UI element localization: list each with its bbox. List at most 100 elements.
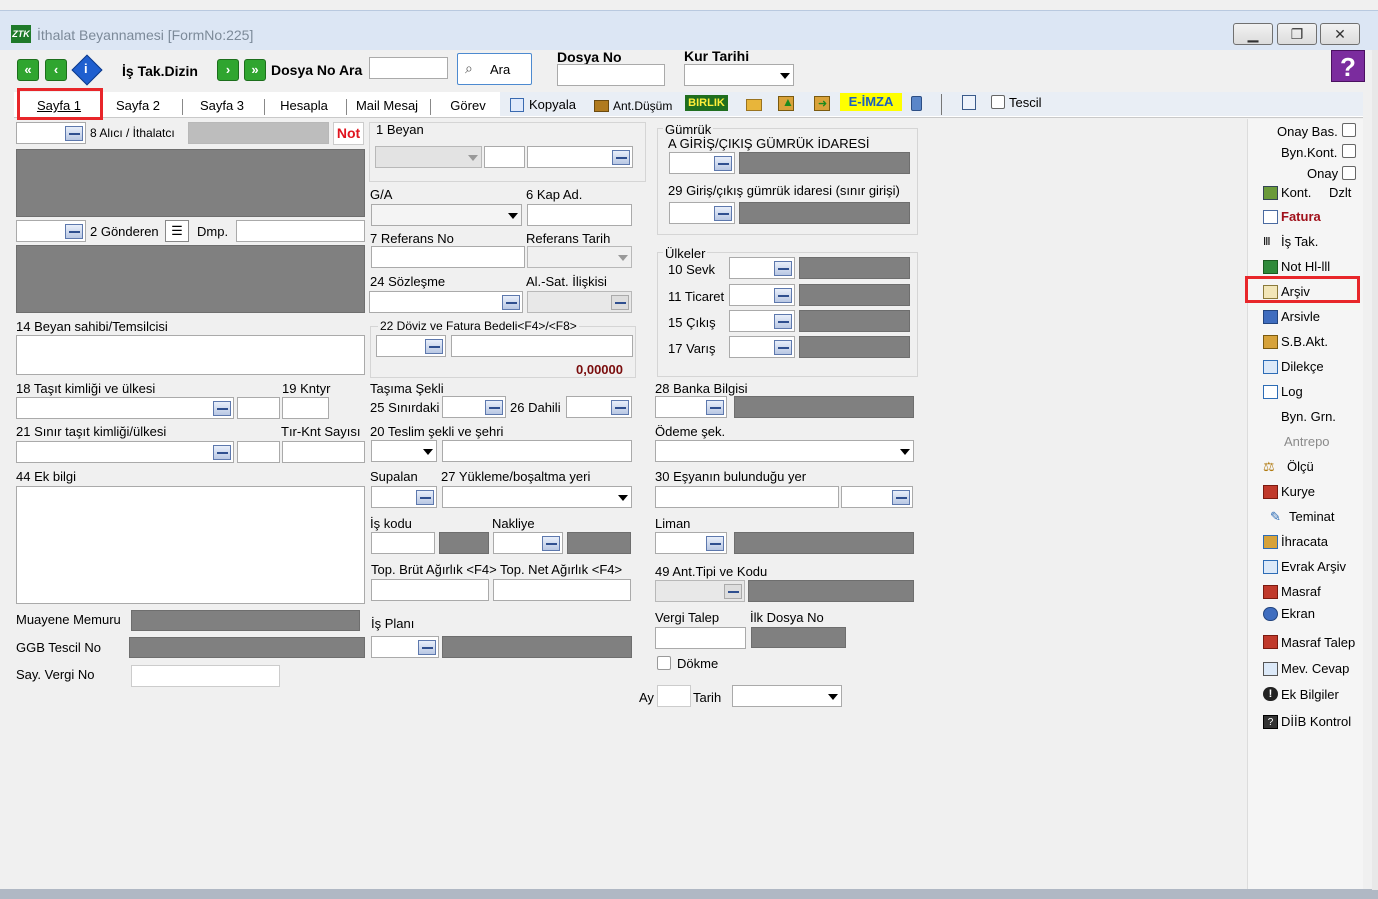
tab-gorev[interactable]: Görev — [440, 95, 496, 117]
brut-input[interactable] — [371, 579, 489, 601]
beyan-code-input[interactable] — [484, 146, 525, 168]
e-imza-button[interactable]: E-İMZA — [840, 93, 902, 111]
arsivle-button[interactable]: Arsivle — [1281, 309, 1320, 324]
kurye-button[interactable]: Kurye — [1281, 484, 1315, 499]
tab-sayfa-3[interactable]: Sayfa 3 — [190, 95, 254, 117]
sinirdaki-input[interactable] — [442, 396, 506, 418]
ga-select[interactable] — [371, 204, 522, 226]
ek-bilgi-input[interactable] — [16, 486, 365, 604]
help-button[interactable]: ? — [1331, 50, 1365, 82]
tir-knt-input[interactable] — [282, 441, 365, 463]
antrepo-button[interactable]: Antrepo — [1284, 434, 1330, 449]
say-vergi-input[interactable] — [131, 665, 280, 687]
is-kodu-input[interactable] — [371, 532, 435, 554]
onay-bas-checkbox[interactable] — [1342, 123, 1356, 137]
ant-dusum-button[interactable]: Ant.Düşüm — [613, 99, 672, 113]
esya-code-input[interactable] — [841, 486, 913, 508]
dosya-no-ara-input[interactable] — [369, 57, 448, 79]
dosya-no-input[interactable] — [557, 64, 665, 86]
export-icon[interactable]: ▲ — [778, 95, 794, 111]
tarih-select[interactable] — [732, 685, 842, 707]
alici-code-input[interactable] — [16, 122, 86, 144]
teslim-sehir-input[interactable] — [442, 440, 632, 462]
sevk-input[interactable] — [729, 257, 795, 279]
byn-kont-checkbox[interactable] — [1342, 144, 1356, 158]
prev-record-button[interactable]: ‹ — [45, 59, 67, 81]
ara-button[interactable]: ⌕ Ara — [457, 53, 532, 85]
folder-open-icon[interactable] — [746, 99, 762, 111]
kntyr-input[interactable] — [282, 397, 329, 419]
supalan-input[interactable] — [371, 486, 437, 508]
masraf-button[interactable]: Masraf — [1281, 584, 1321, 599]
preview-icon[interactable] — [962, 95, 976, 110]
beyan-detail-input[interactable] — [527, 146, 633, 168]
first-record-button[interactable]: « — [17, 59, 39, 81]
esya-input[interactable] — [655, 486, 839, 508]
ekran-button[interactable]: Ekran — [1281, 606, 1315, 621]
kont-icon[interactable] — [1263, 186, 1278, 200]
referans-no-input[interactable] — [371, 246, 525, 268]
tasit-ulke-input[interactable] — [237, 397, 280, 419]
dahili-input[interactable] — [566, 396, 632, 418]
liman-input[interactable] — [655, 532, 727, 554]
mev-cevap-button[interactable]: Mev. Cevap — [1281, 661, 1349, 676]
teminat-button[interactable]: Teminat — [1289, 509, 1335, 524]
log-button[interactable]: Log — [1281, 384, 1303, 399]
birlik-button[interactable]: BIRLIK — [685, 95, 728, 111]
fatura-button[interactable]: Fatura — [1281, 209, 1321, 224]
list-icon[interactable]: ☰ — [165, 220, 189, 242]
is-tak-button[interactable]: İş Tak. — [1281, 234, 1318, 249]
maximize-button[interactable]: ❐ — [1277, 23, 1317, 45]
tescil-checkbox[interactable] — [991, 95, 1005, 109]
ticaret-input[interactable] — [729, 284, 795, 306]
giris29-input[interactable] — [669, 202, 735, 224]
beyan-sahibi-input[interactable] — [16, 335, 365, 375]
byn-grn-button[interactable]: Byn. Grn. — [1281, 409, 1336, 424]
last-record-button[interactable]: » — [244, 59, 266, 81]
next-record-button[interactable]: › — [217, 59, 239, 81]
box-icon[interactable] — [594, 100, 609, 112]
kap-ad-input[interactable] — [527, 204, 632, 226]
yukleme-select[interactable] — [442, 486, 632, 508]
doviz-code-input[interactable] — [376, 335, 446, 357]
import-icon[interactable]: ➜ — [814, 96, 830, 111]
copy-icon[interactable] — [510, 98, 524, 112]
referans-tarih-select[interactable] — [527, 246, 632, 268]
vergi-talep-input[interactable] — [655, 627, 746, 649]
diib-kontrol-button[interactable]: DİİB Kontrol — [1281, 714, 1351, 729]
onay-checkbox[interactable] — [1342, 166, 1356, 180]
kur-tarihi-select[interactable] — [684, 64, 794, 86]
is-tak-dizin-label[interactable]: İş Tak.Dizin — [122, 63, 198, 79]
al-sat-input[interactable] — [527, 291, 632, 313]
kont-button[interactable]: Kont. — [1281, 185, 1311, 200]
sinir-ulke-input[interactable] — [237, 441, 280, 463]
sb-akt-button[interactable]: S.B.Akt. — [1281, 334, 1328, 349]
nakliye-input[interactable] — [493, 532, 563, 554]
tab-sayfa-2[interactable]: Sayfa 2 — [106, 95, 170, 117]
tasit-kimligi-input[interactable] — [16, 397, 234, 419]
not-button[interactable]: Not — [333, 122, 364, 145]
sinir-tasit-input[interactable] — [16, 441, 234, 463]
ay-input[interactable] — [657, 685, 691, 707]
net-input[interactable] — [493, 579, 631, 601]
ek-bilgiler-button[interactable]: Ek Bilgiler — [1281, 687, 1339, 702]
dzlt-button[interactable]: Dzlt — [1329, 185, 1351, 200]
a-giris-input[interactable] — [669, 152, 735, 174]
usb-token-icon[interactable] — [911, 96, 922, 111]
teslim-select[interactable] — [371, 440, 437, 462]
sozlesme-input[interactable] — [369, 291, 523, 313]
not-hl-button[interactable]: Not Hl-lll — [1281, 259, 1330, 274]
ant-tipi-input[interactable] — [655, 580, 745, 602]
tab-mail-mesaj[interactable]: Mail Mesaj — [350, 95, 424, 117]
is-plani-input[interactable] — [371, 636, 439, 658]
kopyala-button[interactable]: Kopyala — [529, 97, 576, 112]
doviz-amount-input[interactable] — [451, 335, 633, 357]
olcu-button[interactable]: Ölçü — [1287, 459, 1314, 474]
cikis-input[interactable] — [729, 310, 795, 332]
dokme-checkbox[interactable] — [657, 656, 671, 670]
varis-input[interactable] — [729, 336, 795, 358]
tab-hesapla[interactable]: Hesapla — [270, 95, 338, 117]
beyan-select[interactable] — [375, 146, 482, 168]
evrak-arsiv-button[interactable]: Evrak Arşiv — [1281, 559, 1346, 574]
dmp-input[interactable] — [236, 220, 365, 242]
